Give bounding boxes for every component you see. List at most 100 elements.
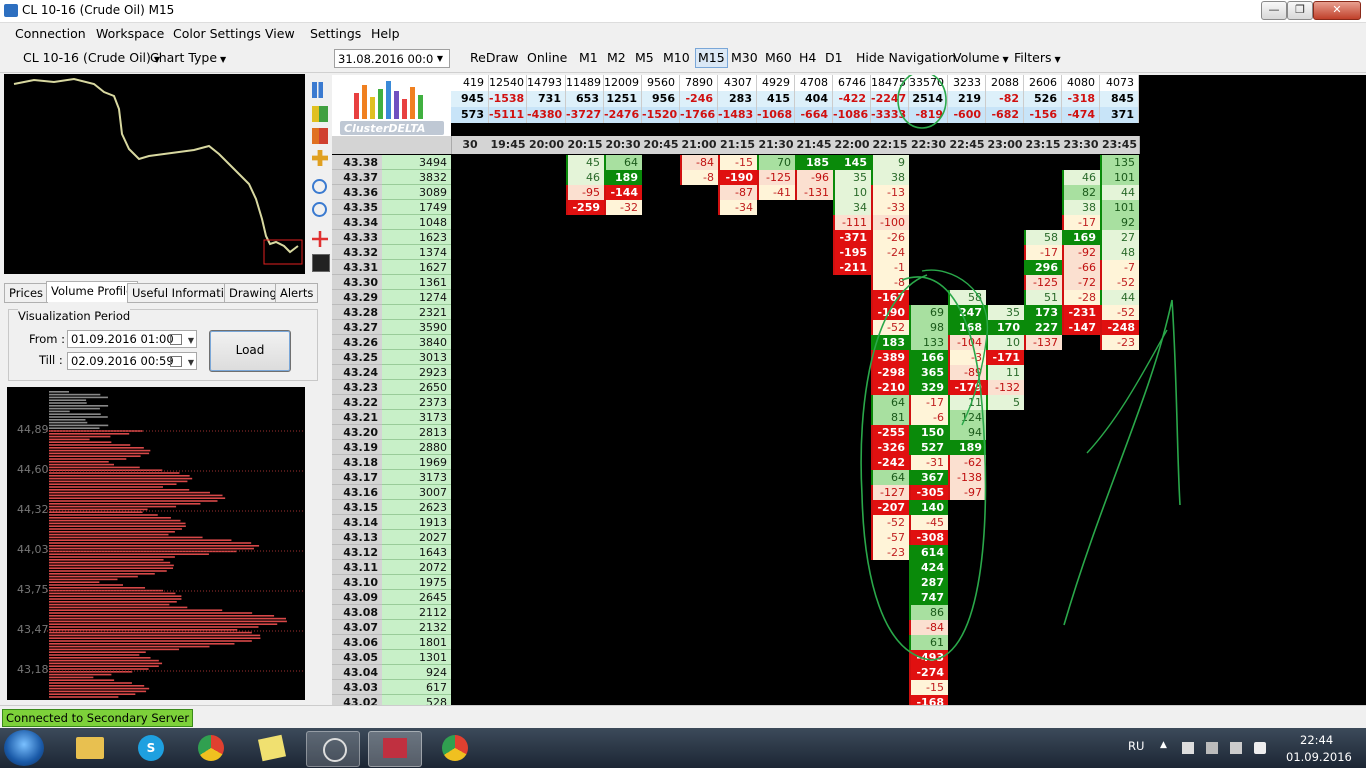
profile-level-label: 44,32 (17, 503, 49, 516)
profile-bar (49, 480, 188, 483)
menu-help[interactable]: Help (371, 26, 400, 41)
cluster-icon[interactable] (312, 106, 328, 122)
clock-time[interactable]: 22:44 (1300, 733, 1333, 747)
profile-bar (49, 444, 131, 446)
close-button[interactable]: ✕ (1313, 1, 1361, 20)
profile-bar (49, 615, 275, 617)
tab-volume-profile[interactable]: Volume Profile (46, 281, 139, 302)
profile-level-label: 43,18 (17, 663, 49, 676)
profile-bar (49, 559, 164, 561)
date-value: 31.08.2016 00:0 (338, 52, 434, 66)
skype-taskbar-icon[interactable]: S (126, 731, 178, 765)
menu-color-settings[interactable]: Color Settings (173, 26, 261, 41)
profile-bar (49, 690, 147, 693)
menu-workspace[interactable]: Workspace (96, 26, 164, 41)
profile-bar (49, 528, 182, 530)
side-toolbar (309, 76, 331, 276)
bar-chart-icon[interactable] (312, 82, 328, 98)
profile-bar (49, 514, 158, 516)
crosshair-icon[interactable] (312, 231, 328, 247)
volume-dropdown[interactable]: Volume ▼ (953, 50, 1009, 65)
instrument-dropdown[interactable]: CL 10-16 (Crude Oil) ▼ (23, 50, 160, 65)
till-date-value: 02.09.2016 00:59 (71, 354, 174, 368)
calendar-icon[interactable] (170, 334, 182, 345)
calendar-icon[interactable] (170, 356, 182, 367)
explorer-taskbar-icon[interactable] (64, 731, 116, 765)
profile-bar (49, 643, 235, 645)
profile-bar (49, 475, 190, 477)
date-combo[interactable]: 31.08.2016 00:0 ▼ (334, 49, 450, 68)
timeframe-m5[interactable]: M5 (635, 50, 654, 65)
online-button[interactable]: Online (527, 50, 567, 65)
profile-bar (49, 438, 90, 441)
profile-bar (49, 693, 136, 695)
status-bar: Connected to Secondary Server (0, 705, 1366, 729)
profile-bar (49, 452, 150, 455)
clock-date[interactable]: 01.09.2016 (1286, 750, 1352, 764)
minimize-button[interactable]: — (1261, 1, 1287, 20)
filters-dropdown[interactable]: Filters ▼ (1014, 50, 1061, 65)
profile-bar (49, 567, 174, 569)
profile-bar (49, 640, 252, 642)
timeframe-m15[interactable]: M15 (695, 48, 728, 68)
maximize-button[interactable]: ❐ (1287, 1, 1313, 20)
chart-style-icon[interactable] (312, 254, 330, 272)
from-label: From : (29, 332, 66, 346)
tab-prices[interactable]: Prices (4, 283, 49, 303)
from-date-field[interactable]: 01.09.2016 01:00 ▼ (67, 330, 197, 348)
profile-bar (49, 603, 170, 606)
clusterdelta-taskbar-icon[interactable] (368, 731, 422, 767)
add-icon[interactable] (312, 150, 328, 166)
profile-bar (49, 606, 188, 609)
chrome-taskbar-icon[interactable] (186, 731, 238, 765)
notes-taskbar-icon[interactable] (246, 731, 298, 765)
zoom-in-icon[interactable] (312, 179, 327, 194)
menu-settings[interactable]: Settings (310, 26, 361, 41)
chrome-taskbar-icon-2[interactable] (430, 731, 482, 765)
network-icon[interactable] (1182, 742, 1194, 754)
chart-type-dropdown[interactable]: Chart Type ▼ (150, 50, 226, 65)
profile-icon[interactable] (312, 128, 328, 144)
menu-view[interactable]: View (265, 26, 295, 41)
chart-type-label: Chart Type (150, 50, 218, 65)
mini-price-chart[interactable] (4, 74, 305, 274)
profile-bar (49, 575, 138, 578)
volume-icon[interactable] (1254, 742, 1266, 754)
app-taskbar-icon[interactable] (306, 731, 360, 767)
profile-bar (49, 500, 218, 502)
profile-bar (49, 587, 146, 589)
tab-drawing[interactable]: Drawing (224, 283, 282, 303)
profile-bar (49, 508, 148, 511)
timeframe-h4[interactable]: H4 (799, 50, 816, 65)
chevron-down-icon[interactable]: ▼ (188, 332, 194, 349)
tab-alerts[interactable]: Alerts (275, 283, 319, 303)
flag-icon[interactable] (1230, 742, 1242, 754)
profile-bar (49, 427, 100, 429)
till-date-field[interactable]: 02.09.2016 00:59 ▼ (67, 352, 197, 370)
window-title: CL 10-16 (Crude Oil) M15 (22, 3, 175, 17)
timeframe-m2[interactable]: M2 (607, 50, 626, 65)
timeframe-m10[interactable]: M10 (663, 50, 690, 65)
redraw-button[interactable]: ReDraw (470, 50, 518, 65)
timeframe-m30[interactable]: M30 (731, 50, 758, 65)
language-indicator[interactable]: RU (1128, 739, 1144, 753)
timeframe-m1[interactable]: M1 (579, 50, 598, 65)
profile-bar (49, 570, 167, 572)
cluster-grid[interactable]: ClusterDELTA 419 12540 14793 11489 12009 9560… (332, 75, 1366, 705)
hide-navigation-button[interactable]: Hide Navigation (856, 50, 956, 65)
chevron-down-icon[interactable]: ▼ (188, 354, 194, 371)
profile-bar (49, 682, 132, 684)
device-icon[interactable] (1206, 742, 1218, 754)
profile-bar (49, 687, 150, 690)
profile-bar (49, 654, 140, 656)
timeframe-m60[interactable]: M60 (765, 50, 792, 65)
zoom-out-icon[interactable] (312, 202, 327, 217)
timeframe-d1[interactable]: D1 (825, 50, 843, 65)
profile-bar (49, 466, 140, 469)
start-button[interactable] (4, 730, 44, 766)
profile-bar (49, 522, 186, 525)
profile-bar (49, 589, 164, 592)
menu-connection[interactable]: Connection (15, 26, 86, 41)
tray-arrow-icon[interactable]: ▲ (1160, 740, 1167, 750)
load-button[interactable]: Load (209, 330, 291, 372)
